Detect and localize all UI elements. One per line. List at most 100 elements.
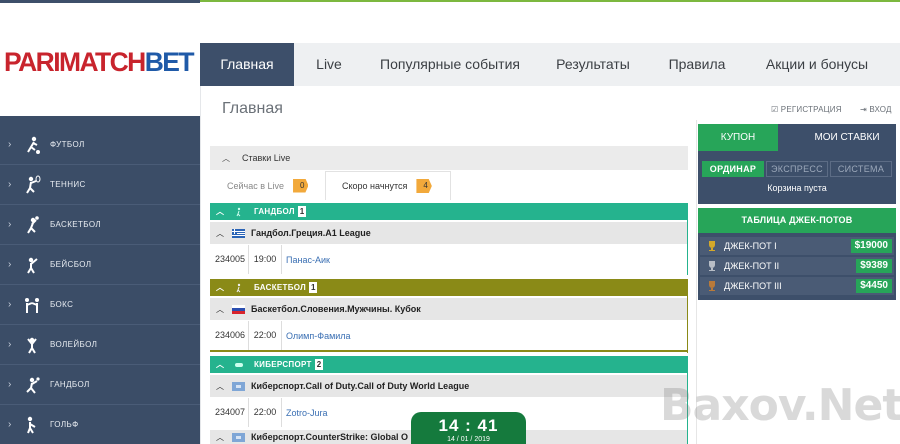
clock-date: 14 / 01 / 2019	[447, 436, 490, 443]
league-header[interactable]: ︿ Киберспорт.Call of Duty.Call of Duty W…	[210, 375, 687, 397]
league-name: Киберспорт.Call of Duty.Call of Duty Wor…	[251, 381, 470, 391]
league-name: Баскетбол.Словения.Мужчины. Кубок	[251, 304, 421, 314]
event-link[interactable]: Панас-Аик	[282, 255, 330, 265]
esports-flag-icon	[232, 432, 245, 442]
chevron-right-icon: ›	[8, 219, 12, 230]
bet-type-single[interactable]: ОРДИНАР	[702, 161, 764, 177]
sport-header-handball[interactable]: ︿ ГАНДБОЛ 1	[210, 203, 687, 220]
register-link[interactable]: ☑ РЕГИСТРАЦИЯ	[771, 105, 842, 114]
jackpot-title: ТАБЛИЦА ДЖЕК-ПОТОВ	[698, 208, 896, 233]
live-tabs: Сейчас в Live 0 Скоро начнутся 4	[210, 171, 688, 200]
sidebar-item-basketball[interactable]: › БАСКЕТБОЛ	[0, 205, 200, 245]
chevron-up-icon: ︿	[216, 381, 224, 391]
tab-live-now[interactable]: Сейчас в Live 0	[227, 171, 309, 200]
jackpot-row: ДЖЕК-ПОТ II $9389	[700, 257, 894, 275]
nav-promotions[interactable]: Акции и бонусы	[744, 43, 890, 86]
divider	[687, 279, 688, 353]
jackpot-row: ДЖЕК-ПОТ III $4450	[700, 277, 894, 295]
sidebar-item-football[interactable]: › ФУТБОЛ	[0, 125, 200, 165]
logo-part1: PARIMATCH	[4, 47, 146, 77]
coupon-panel: МОИ СТАВКИ КУПОН ОРДИНАР ЭКСПРЕСС СИСТЕМ…	[698, 124, 896, 204]
jackpot-row: ДЖЕК-ПОТ I $19000	[700, 237, 894, 255]
boxing-icon	[25, 297, 39, 313]
page: PARIMATCHBET Главная Live Популярные соб…	[0, 0, 900, 444]
nav-rules[interactable]: Правила	[650, 43, 744, 86]
sidebar-item-boxing[interactable]: › БОКС	[0, 285, 200, 325]
event-time: 19:00	[249, 245, 282, 274]
chevron-right-icon: ›	[8, 179, 12, 190]
sidebar-item-label: ГАНДБОЛ	[50, 380, 90, 389]
tab-starting-soon[interactable]: Скоро начнутся 4	[325, 171, 451, 200]
event-link[interactable]: Олимп-Фамила	[282, 331, 351, 341]
football-icon	[27, 136, 40, 154]
volleyball-icon	[27, 337, 37, 354]
bet-type-system[interactable]: СИСТЕМА	[830, 161, 892, 177]
gamepad-icon	[235, 362, 243, 367]
sidebar-item-baseball[interactable]: › БЕЙСБОЛ	[0, 245, 200, 285]
sport-header-basketball[interactable]: ︿ БАСКЕТБОЛ 1	[210, 279, 687, 296]
greece-flag-icon	[232, 228, 245, 238]
basketball-icon	[236, 283, 241, 292]
tab-label: Скоро начнутся	[342, 181, 408, 191]
league-name: Киберспорт.CounterStrike: Global O	[251, 432, 409, 442]
sidebar-item-golf[interactable]: › ГОЛЬФ	[0, 405, 200, 444]
trophy-icon	[709, 281, 715, 291]
chevron-up-icon: ︿	[222, 153, 230, 163]
sport-name: КИБЕРСПОРТ	[254, 360, 312, 369]
event-link[interactable]: Zotro-Jura	[282, 408, 328, 418]
chevron-up-icon: ︿	[216, 283, 224, 292]
sidebar-item-label: БОКС	[50, 300, 74, 309]
jackpot-panel: ТАБЛИЦА ДЖЕК-ПОТОВ ДЖЕК-ПОТ I $19000 ДЖЕ…	[698, 208, 896, 300]
trophy-icon	[709, 241, 715, 251]
login-link[interactable]: ⇥ ВХОД	[860, 105, 892, 114]
league-header[interactable]: ︿ Гандбол.Греция.А1 League	[210, 222, 687, 244]
sidebar-item-handball[interactable]: › ГАНДБОЛ	[0, 365, 200, 405]
trophy-icon	[709, 261, 715, 271]
tab-label: МОИ СТАВКИ	[814, 132, 880, 143]
live-bets-header[interactable]: ︿ Ставки Live	[210, 146, 688, 170]
league-block: ︿ Гандбол.Греция.А1 League 234005 19:00 …	[210, 222, 687, 275]
league-header[interactable]: ︿ Баскетбол.Словения.Мужчины. Кубок	[210, 298, 687, 320]
tab-coupon[interactable]: КУПОН	[698, 124, 778, 151]
chevron-right-icon: ›	[8, 299, 12, 310]
sidebar-item-volleyball[interactable]: › ВОЛЕЙБОЛ	[0, 325, 200, 365]
tab-my-bets[interactable]: МОИ СТАВКИ	[770, 124, 896, 151]
sidebar-item-label: ТЕННИС	[50, 180, 86, 189]
nav-live[interactable]: Live	[294, 43, 364, 86]
live-bets-title: Ставки Live	[242, 153, 291, 163]
divider	[687, 203, 688, 275]
event-time: 22:00	[249, 398, 282, 427]
page-title: Главная	[222, 100, 283, 117]
divider	[200, 86, 201, 444]
sport-name: БАСКЕТБОЛ	[254, 283, 306, 292]
nav-results[interactable]: Результаты	[536, 43, 650, 86]
event-row[interactable]: 234005 19:00 Панас-Аик	[210, 245, 687, 274]
sidebar-item-tennis[interactable]: › ТЕННИС	[0, 165, 200, 205]
event-count: 2	[314, 359, 324, 370]
sport-header-esports[interactable]: ︿ КИБЕРСПОРТ 2	[210, 356, 687, 373]
jackpot-value: $19000	[850, 239, 892, 253]
event-count: 1	[297, 206, 307, 217]
count-badge: 0	[293, 178, 309, 193]
sidebar-item-label: БАСКЕТБОЛ	[50, 220, 102, 229]
chevron-right-icon: ›	[8, 379, 12, 390]
count-badge: 4	[416, 179, 432, 193]
sidebar-item-label: ГОЛЬФ	[50, 420, 79, 429]
bet-type-express[interactable]: ЭКСПРЕСС	[766, 161, 828, 177]
sport-sidebar: › ФУТБОЛ › ТЕННИС › БАСКЕТБОЛ › БЕЙСБОЛ …	[0, 116, 200, 444]
chevron-right-icon: ›	[8, 259, 12, 270]
nav-home[interactable]: Главная	[200, 43, 294, 86]
chevron-up-icon: ︿	[216, 432, 224, 442]
event-id: 234007	[210, 398, 249, 427]
jackpot-value: $9389	[856, 259, 892, 273]
league-block: ︿ Баскетбол.Словения.Мужчины. Кубок 2340…	[210, 298, 687, 352]
basketball-icon	[27, 215, 39, 234]
jackpot-label: ДЖЕК-ПОТ III	[724, 281, 782, 291]
sport-name: ГАНДБОЛ	[254, 207, 295, 216]
event-row[interactable]: 234006 22:00 Олимп-Фамила	[210, 321, 687, 350]
watermark: Baxov.Net	[660, 380, 900, 431]
handball-icon	[26, 376, 40, 394]
chevron-up-icon: ︿	[216, 360, 224, 369]
logo[interactable]: PARIMATCHBET	[4, 47, 195, 78]
nav-popular[interactable]: Популярные события	[364, 43, 536, 86]
